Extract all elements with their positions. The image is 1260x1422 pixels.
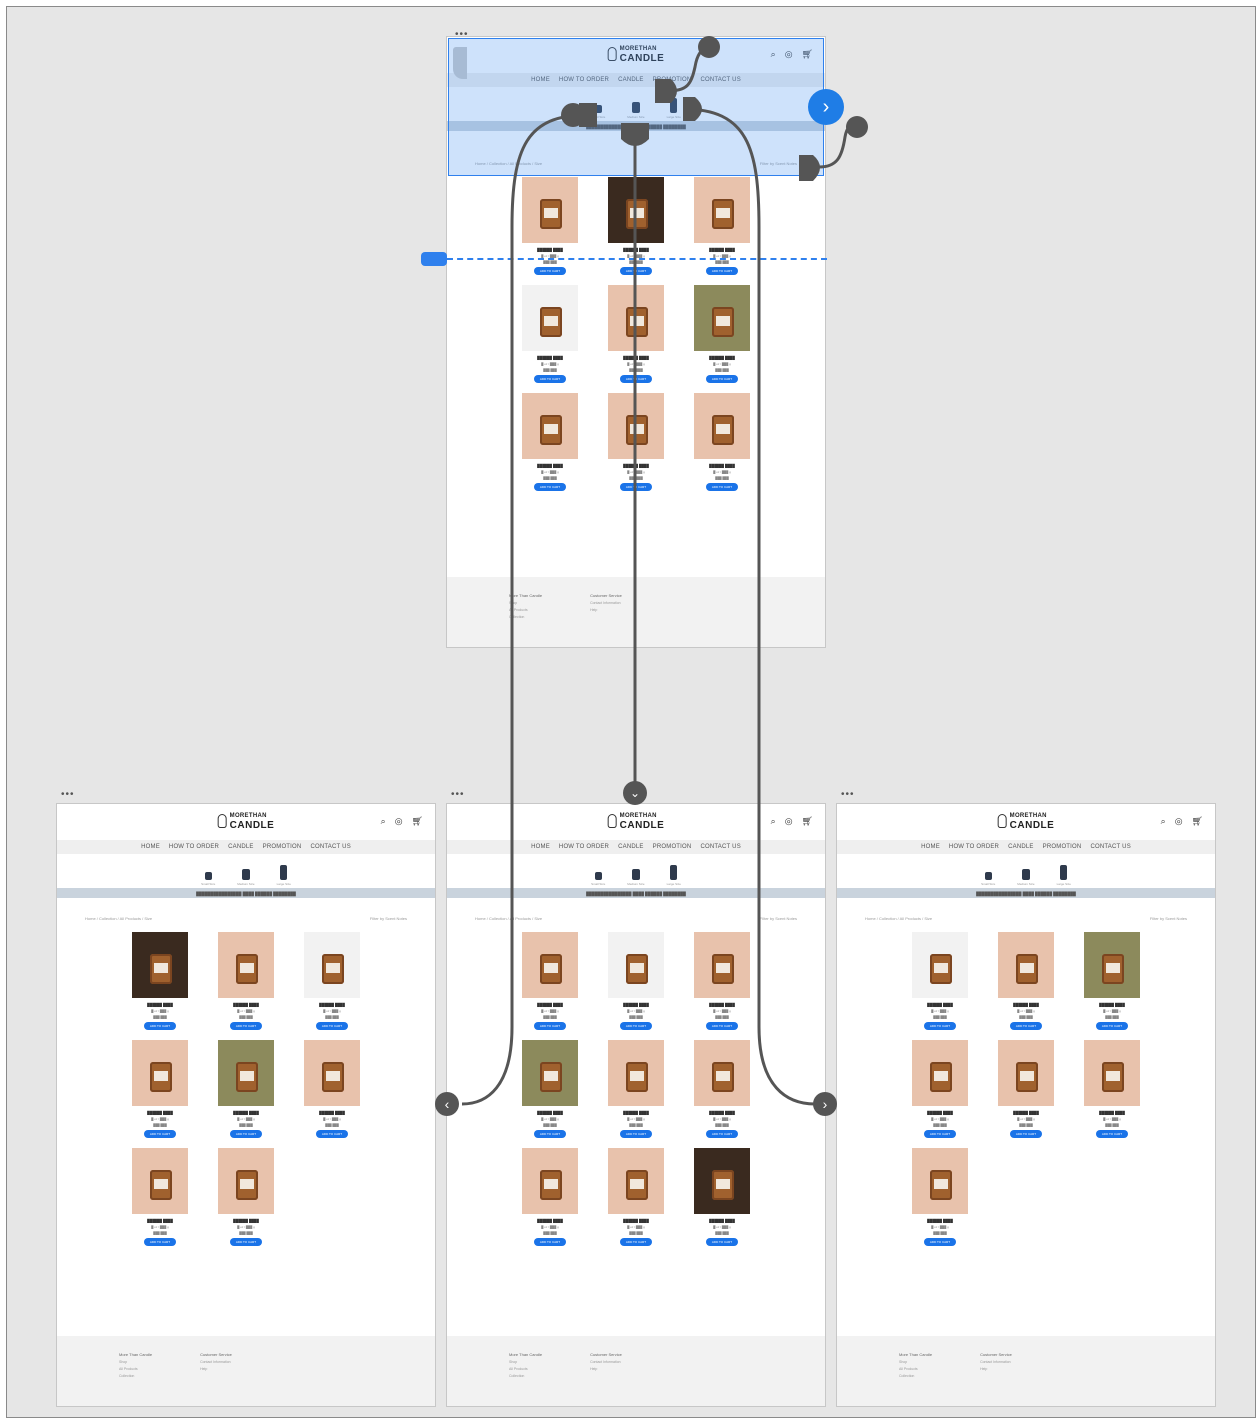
wire-start-medium bbox=[621, 123, 649, 146]
wire-start-hotspot bbox=[655, 79, 677, 103]
chevron-right-icon[interactable]: › bbox=[813, 1092, 837, 1116]
wire-start-next bbox=[799, 155, 820, 181]
wire-large bbox=[682, 107, 816, 1106]
chevron-down-icon[interactable]: ⌄ bbox=[623, 781, 647, 805]
prototype-canvas[interactable]: ••• ••• ••• ••• MORETHAN CANDLE ⌕ ◎ 🛒︎ H… bbox=[6, 6, 1256, 1418]
wire-start-large bbox=[683, 97, 702, 121]
chevron-left-icon[interactable]: ‹ bbox=[435, 1092, 459, 1116]
prototype-wires bbox=[461, 36, 868, 1106]
next-artboard-button[interactable]: › bbox=[808, 89, 844, 125]
wire-small bbox=[461, 113, 588, 1106]
